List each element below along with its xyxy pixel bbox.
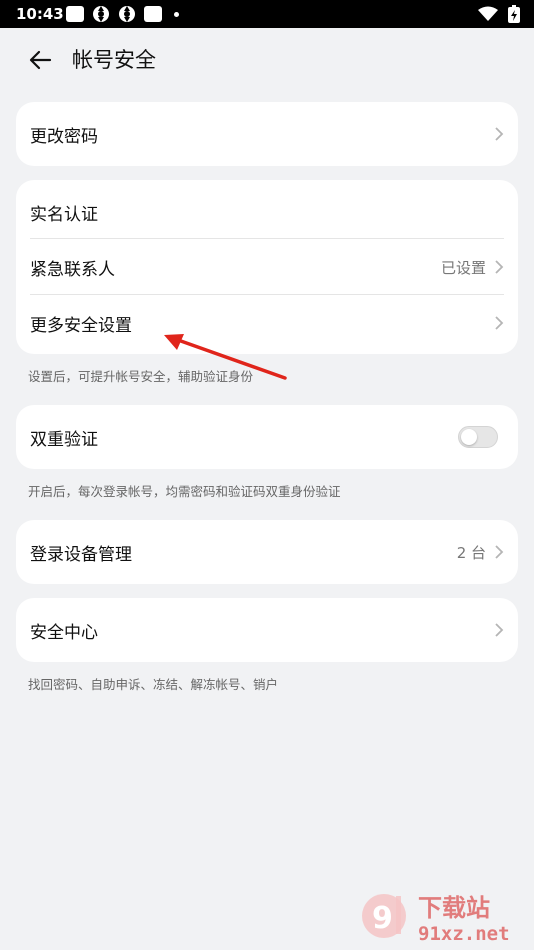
- toggle-knob: [461, 429, 477, 445]
- identity-card: 实名认证 紧急联系人 已设置 更多安全设置: [16, 180, 518, 354]
- change-password-row[interactable]: 更改密码: [16, 102, 518, 166]
- emergency-contact-status: 已设置: [440, 258, 486, 277]
- device-count: 2 台: [456, 543, 486, 562]
- watermark-logo-icon: 9 下载站 91xz.net: [362, 894, 510, 945]
- svg-text:91xz.net: 91xz.net: [418, 923, 510, 945]
- security-center-row[interactable]: 安全中心: [16, 598, 518, 662]
- chevron-right-icon: [495, 316, 504, 330]
- change-password-card: 更改密码: [16, 102, 518, 166]
- chevron-right-icon: [495, 127, 504, 141]
- notification-icons: [66, 5, 179, 23]
- chevron-right-icon: [495, 545, 504, 559]
- app-header: 帐号安全: [0, 28, 534, 90]
- battery-charging-icon: [508, 5, 520, 23]
- sync-icon-2: [119, 6, 135, 22]
- two-factor-row: 双重验证: [16, 405, 518, 469]
- page-title: 帐号安全: [72, 48, 156, 72]
- emergency-contact-row[interactable]: 紧急联系人 已设置: [16, 239, 518, 295]
- sync-icon: [93, 6, 109, 22]
- more-security-settings-label: 更多安全设置: [30, 315, 132, 336]
- device-management-card: 登录设备管理 2 台: [16, 520, 518, 584]
- system-icons: [478, 5, 520, 23]
- more-notifications-dot-icon: [174, 11, 179, 17]
- emergency-contact-label: 紧急联系人: [30, 259, 115, 280]
- app-notification-icon: [66, 6, 84, 22]
- svg-text:下载站: 下载站: [418, 894, 490, 922]
- watermark-logo: 9 下载站 91xz.net: [358, 886, 528, 946]
- status-time: 10:43: [16, 5, 64, 23]
- device-management-row[interactable]: 登录设备管理 2 台: [16, 520, 518, 584]
- device-management-label: 登录设备管理: [30, 544, 132, 565]
- security-center-caption: 找回密码、自助申诉、冻结、解冻帐号、销户: [28, 677, 279, 692]
- wifi-icon: [478, 6, 498, 21]
- security-center-label: 安全中心: [30, 622, 98, 643]
- real-name-row[interactable]: 实名认证: [16, 184, 518, 240]
- security-center-card: 安全中心: [16, 598, 518, 662]
- two-factor-card: 双重验证: [16, 405, 518, 469]
- two-factor-caption: 开启后，每次登录帐号，均需密码和验证码双重身份验证: [28, 484, 341, 499]
- annotation-arrow-icon: [164, 334, 287, 380]
- change-password-label: 更改密码: [30, 126, 98, 147]
- app-notification-icon-2: [144, 6, 162, 22]
- back-arrow-icon[interactable]: [24, 44, 56, 76]
- status-bar: 10:43: [0, 0, 534, 28]
- real-name-label: 实名认证: [30, 204, 98, 225]
- svg-text:9: 9: [372, 901, 393, 936]
- chevron-right-icon: [495, 623, 504, 637]
- two-factor-toggle[interactable]: [458, 426, 498, 448]
- two-factor-label: 双重验证: [30, 429, 98, 450]
- chevron-right-icon: [495, 260, 504, 274]
